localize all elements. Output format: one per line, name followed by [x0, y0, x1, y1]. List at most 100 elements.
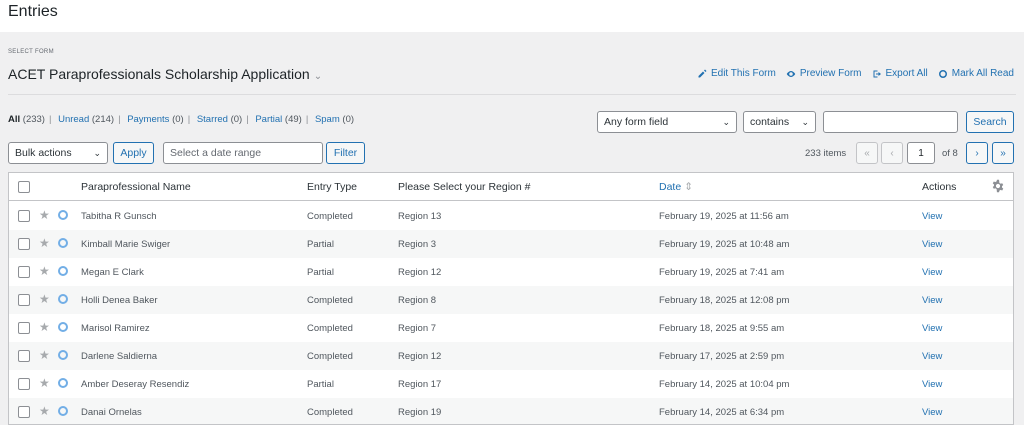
preview-form-link[interactable]: Preview Form — [786, 68, 862, 79]
table-row: ★ Megan E Clark Partial Region 12 Februa… — [9, 258, 1013, 286]
form-selector[interactable]: ACET Paraprofessionals Scholarship Appli… — [8, 66, 322, 82]
filter-partial[interactable]: Partial — [255, 114, 282, 125]
search-input[interactable] — [823, 111, 958, 133]
mark-all-read-link[interactable]: Mark All Read — [938, 68, 1014, 79]
entries-table: Paraprofessional Name Entry Type Please … — [8, 172, 1014, 425]
filter-button[interactable]: Filter — [326, 142, 365, 164]
table-header: Paraprofessional Name Entry Type Please … — [9, 173, 1013, 201]
entry-type: Completed — [307, 407, 353, 418]
first-page-button[interactable]: « — [856, 142, 878, 164]
entry-name: Kimball Marie Swiger — [81, 239, 171, 250]
star-icon[interactable]: ★ — [39, 292, 50, 306]
row-checkbox[interactable] — [18, 378, 30, 390]
export-all-link[interactable]: Export All — [872, 68, 928, 79]
entry-type: Completed — [307, 351, 353, 362]
filter-spam[interactable]: Spam — [315, 114, 340, 125]
view-entry-link[interactable]: View — [922, 351, 942, 362]
entry-type: Completed — [307, 211, 353, 222]
entry-region: Region 17 — [398, 379, 442, 390]
current-page-input[interactable]: 1 — [907, 142, 935, 164]
row-checkbox[interactable] — [18, 266, 30, 278]
entry-name: Danai Ornelas — [81, 407, 142, 418]
select-all-checkbox[interactable] — [18, 181, 30, 193]
entry-date: February 14, 2025 at 10:04 pm — [659, 379, 790, 390]
table-row: ★ Marisol Ramirez Completed Region 7 Feb… — [9, 314, 1013, 342]
edit-form-link[interactable]: Edit This Form — [697, 68, 776, 79]
star-icon[interactable]: ★ — [39, 208, 50, 222]
view-entry-link[interactable]: View — [922, 211, 942, 222]
filter-starred[interactable]: Starred — [197, 114, 228, 125]
filter-all[interactable]: All — [8, 114, 20, 125]
unread-circle-icon[interactable] — [58, 378, 68, 388]
entry-date: February 17, 2025 at 2:59 pm — [659, 351, 785, 362]
form-actions: Edit This Form Preview Form Export All M… — [697, 68, 1014, 79]
entry-region: Region 8 — [398, 295, 437, 306]
export-icon — [873, 70, 881, 77]
unread-circle-icon[interactable] — [58, 350, 68, 360]
entry-type: Completed — [307, 323, 353, 334]
table-row: ★ Amber Deseray Resendiz Partial Region … — [9, 370, 1013, 398]
unread-circle-icon[interactable] — [58, 210, 68, 220]
apply-button[interactable]: Apply — [113, 142, 154, 164]
row-checkbox[interactable] — [18, 406, 30, 418]
search-button[interactable]: Search — [966, 111, 1014, 133]
unread-circle-icon[interactable] — [58, 406, 68, 416]
unread-circle-icon[interactable] — [58, 266, 68, 276]
entry-type: Partial — [307, 267, 334, 278]
chevron-down-icon: ⌄ — [722, 116, 730, 127]
prev-page-button[interactable]: ‹ — [881, 142, 903, 164]
entry-region: Region 13 — [398, 211, 442, 222]
view-entry-link[interactable]: View — [922, 267, 942, 278]
gear-icon[interactable] — [991, 179, 1005, 193]
entry-date: February 19, 2025 at 11:56 am — [659, 211, 789, 222]
entry-date: February 18, 2025 at 9:55 am — [659, 323, 785, 334]
chevron-down-icon: ⌄ — [313, 71, 323, 82]
page-title: Entries — [8, 3, 58, 20]
chevron-down-icon: ⌄ — [93, 147, 101, 158]
unread-circle-icon[interactable] — [58, 322, 68, 332]
form-name: ACET Paraprofessionals Scholarship Appli… — [8, 66, 310, 82]
col-name[interactable]: Paraprofessional Name — [81, 181, 191, 193]
sort-icon: ⇕ — [684, 181, 693, 193]
entry-type: Partial — [307, 239, 334, 250]
entry-date: February 19, 2025 at 7:41 am — [659, 267, 785, 278]
view-entry-link[interactable]: View — [922, 407, 942, 418]
entry-name: Marisol Ramirez — [81, 323, 150, 334]
filter-unread[interactable]: Unread — [58, 114, 89, 125]
entry-type: Completed — [307, 295, 353, 306]
row-checkbox[interactable] — [18, 294, 30, 306]
row-checkbox[interactable] — [18, 210, 30, 222]
entry-region: Region 3 — [398, 239, 437, 250]
unread-circle-icon[interactable] — [58, 238, 68, 248]
star-icon[interactable]: ★ — [39, 236, 50, 250]
filter-payments[interactable]: Payments — [127, 114, 169, 125]
entry-date: February 18, 2025 at 12:08 pm — [659, 295, 790, 306]
search-field-select[interactable]: Any form field ⌄ — [597, 111, 737, 133]
view-entry-link[interactable]: View — [922, 295, 942, 306]
page-header: Entries — [0, 0, 1024, 32]
col-date[interactable]: Date ⇕ — [659, 181, 693, 193]
last-page-button[interactable]: » — [992, 142, 1014, 164]
view-entry-link[interactable]: View — [922, 239, 942, 250]
circle-icon — [938, 69, 947, 78]
table-row: ★ Tabitha R Gunsch Completed Region 13 F… — [9, 202, 1013, 230]
date-range-input[interactable]: Select a date range — [163, 142, 323, 164]
col-type[interactable]: Entry Type — [307, 181, 357, 193]
unread-circle-icon[interactable] — [58, 294, 68, 304]
col-region[interactable]: Please Select your Region # — [398, 181, 531, 193]
row-checkbox[interactable] — [18, 238, 30, 250]
select-form-label: SELECT FORM — [8, 49, 54, 55]
view-entry-link[interactable]: View — [922, 379, 942, 390]
star-icon[interactable]: ★ — [39, 264, 50, 278]
bulk-actions-select[interactable]: Bulk actions ⌄ — [8, 142, 108, 164]
star-icon[interactable]: ★ — [39, 376, 50, 390]
star-icon[interactable]: ★ — [39, 348, 50, 362]
row-checkbox[interactable] — [18, 322, 30, 334]
view-entry-link[interactable]: View — [922, 323, 942, 334]
star-icon[interactable]: ★ — [39, 404, 50, 418]
row-checkbox[interactable] — [18, 350, 30, 362]
star-icon[interactable]: ★ — [39, 320, 50, 334]
entry-region: Region 12 — [398, 351, 442, 362]
next-page-button[interactable]: › — [966, 142, 988, 164]
search-operator-select[interactable]: contains ⌄ — [743, 111, 816, 133]
